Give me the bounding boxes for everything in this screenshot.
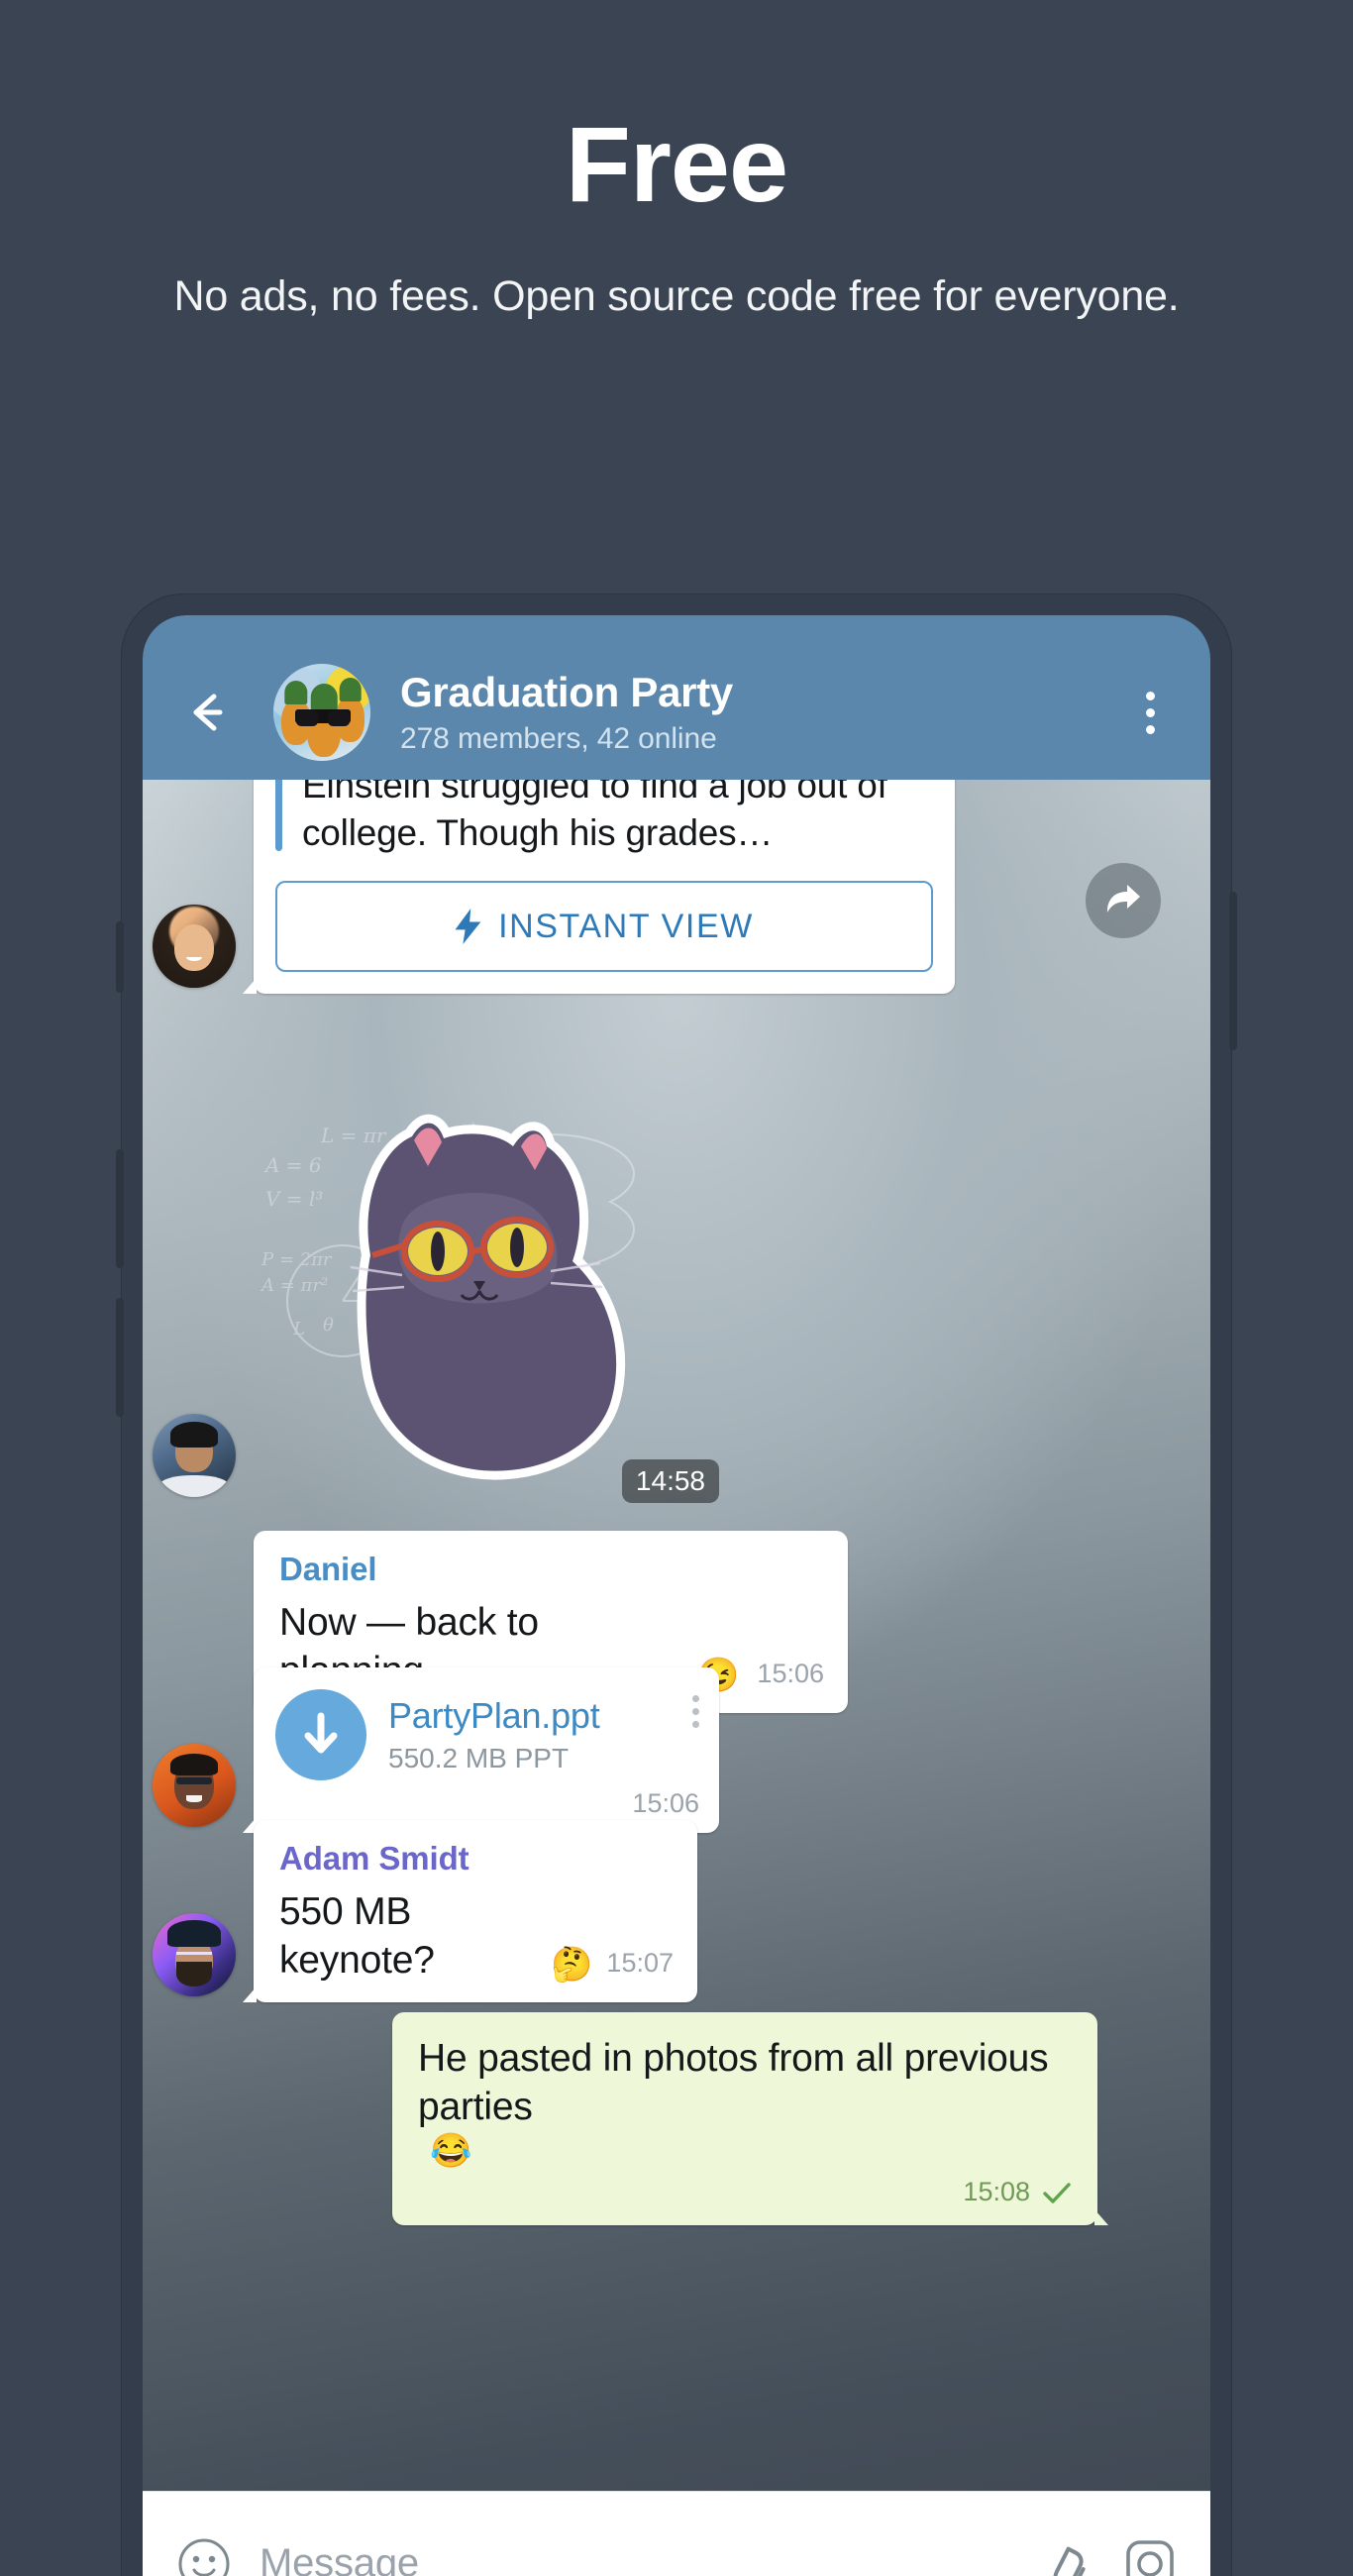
message-list[interactable]: Einstein struggled to find a job out of … <box>143 780 1210 2560</box>
message-file: PartyPlan.ppt 550.2 MB PPT 15:06 <box>153 1667 719 1833</box>
camera-icon[interactable] <box>1123 2537 1177 2576</box>
phone-button-power[interactable] <box>1229 892 1237 1050</box>
quote-accent-bar <box>275 780 282 852</box>
avatar-glasses-icon <box>175 1951 213 1959</box>
svg-text:P = 2πr: P = 2πr <box>260 1249 333 1270</box>
chat-avatar[interactable] <box>273 664 370 761</box>
svg-text:L = πr: L = πr <box>320 1124 387 1147</box>
laughing-emoji: 😂 <box>430 2132 472 2171</box>
promo-page: Free No ads, no fees. Open source code f… <box>0 0 1353 2576</box>
message-sticker: L = πr θ A = 6 V = l³ P = 2πr A = πr² θ°… <box>153 1107 719 1503</box>
smiley-icon[interactable] <box>176 2536 232 2576</box>
avatar-beanie-icon <box>167 1919 221 1947</box>
avatar-sunglasses-icon <box>176 1776 212 1785</box>
arrow-left-icon <box>193 694 223 731</box>
avatar-beard-icon <box>175 1961 213 1987</box>
message-outgoing: He pasted in photos from all previous pa… <box>392 2012 1108 2226</box>
file-options-button[interactable] <box>692 1695 699 1728</box>
thinking-emoji: 🤔 <box>551 1946 593 1985</box>
message-timestamp: 15:06 <box>632 1788 699 1818</box>
avatar[interactable] <box>153 1913 236 1997</box>
instant-view-label: INSTANT VIEW <box>498 907 754 945</box>
avatar-shirt-icon <box>158 1475 230 1497</box>
message-timestamp: 15:06 <box>757 1659 824 1689</box>
avatar-hair-icon <box>170 1754 218 1775</box>
file-row: PartyPlan.ppt 550.2 MB PPT <box>275 1689 699 1780</box>
avatar-face-icon <box>173 924 215 972</box>
article-bubble[interactable]: Einstein struggled to find a job out of … <box>243 780 955 995</box>
avatar-smile-icon <box>185 1795 203 1802</box>
chat-header: Graduation Party 278 members, 42 online <box>143 645 1210 780</box>
avatar[interactable] <box>153 1744 236 1827</box>
svg-text:A = πr²: A = πr² <box>260 1275 328 1296</box>
article-quote-text: Einstein struggled to find a job out of … <box>302 780 887 854</box>
telegram-app: Graduation Party 278 members, 42 online <box>143 615 1210 2576</box>
message-timestamp: 15:08 <box>963 2177 1030 2207</box>
math-cat-sticker: L = πr θ A = 6 V = l³ P = 2πr A = πr² θ°… <box>260 1114 635 1480</box>
file-meta: PartyPlan.ppt 550.2 MB PPT <box>388 1695 692 1774</box>
svg-text:θ: θ <box>323 1315 334 1336</box>
svg-text:V = l³: V = l³ <box>265 1187 323 1211</box>
phone-frame: Graduation Party 278 members, 42 online <box>116 594 1237 2576</box>
back-button[interactable] <box>176 681 240 744</box>
outgoing-bubble[interactable]: He pasted in photos from all previous pa… <box>392 2012 1108 2226</box>
phone-button-left-top[interactable] <box>116 921 124 993</box>
file-size: 550.2 MB PPT <box>388 1743 570 1773</box>
dot-1 <box>692 1695 699 1702</box>
download-button[interactable] <box>275 1689 366 1780</box>
message-input[interactable]: Message <box>260 2541 1002 2576</box>
forward-arrow-icon <box>1107 885 1140 912</box>
file-bubble[interactable]: PartyPlan.ppt 550.2 MB PPT 15:06 <box>243 1667 719 1833</box>
chat-title-block[interactable]: Graduation Party 278 members, 42 online <box>400 669 1123 756</box>
status-bar <box>143 615 1210 645</box>
lightning-bolt-icon <box>455 909 481 945</box>
message-timestamp: 15:07 <box>606 1948 674 1979</box>
kebab-dot-3 <box>1145 724 1155 734</box>
download-arrow-icon <box>304 1712 338 1754</box>
instant-view-button[interactable]: INSTANT VIEW <box>275 881 933 973</box>
phone-button-volume-up[interactable] <box>116 1149 124 1268</box>
avatar-hair-icon <box>170 1422 218 1448</box>
forward-button[interactable] <box>1086 863 1161 938</box>
chat-title: Graduation Party <box>400 668 733 715</box>
message-text: 550 MB keynote? <box>279 1890 435 1983</box>
message-sender: Daniel <box>279 1551 377 1587</box>
kebab-dot-1 <box>1145 691 1155 700</box>
sunglasses-icon <box>295 709 351 726</box>
phone-screen: Graduation Party 278 members, 42 online <box>143 615 1210 2576</box>
page-subtitle: No ads, no fees. Open source code free f… <box>173 272 1180 320</box>
text-bubble[interactable]: Adam Smidt 550 MB keynote? 🤔 15:07 <box>243 1820 697 2003</box>
message-text-adam: Adam Smidt 550 MB keynote? 🤔 15:07 <box>153 1820 697 2003</box>
phone-button-volume-down[interactable] <box>116 1298 124 1417</box>
article-quote: Einstein struggled to find a job out of … <box>254 780 955 861</box>
avatar[interactable] <box>153 905 236 989</box>
message-text: He pasted in photos from all previous pa… <box>418 2037 1049 2129</box>
promo-header: Free No ads, no fees. Open source code f… <box>0 0 1353 325</box>
file-name: PartyPlan.ppt <box>388 1695 600 1736</box>
message-sender: Adam Smidt <box>279 1840 469 1877</box>
page-title: Free <box>565 104 788 224</box>
dot-2 <box>692 1708 699 1715</box>
svg-text:A = 6: A = 6 <box>263 1153 322 1177</box>
message-input-bar: Message <box>143 2491 1210 2576</box>
chat-members-status: 278 members, 42 online <box>400 722 717 756</box>
chat-menu-button[interactable] <box>1123 681 1177 744</box>
kebab-dot-2 <box>1145 707 1155 717</box>
paperclip-icon[interactable] <box>1036 2537 1090 2576</box>
dot-3 <box>692 1721 699 1728</box>
sticker-bubble[interactable]: L = πr θ A = 6 V = l³ P = 2πr A = πr² θ°… <box>254 1107 719 1503</box>
message-timestamp: 14:58 <box>621 1459 719 1503</box>
avatar[interactable] <box>153 1414 236 1497</box>
check-sent-icon <box>1043 2183 1071 2203</box>
message-article: Einstein struggled to find a job out of … <box>153 780 955 995</box>
